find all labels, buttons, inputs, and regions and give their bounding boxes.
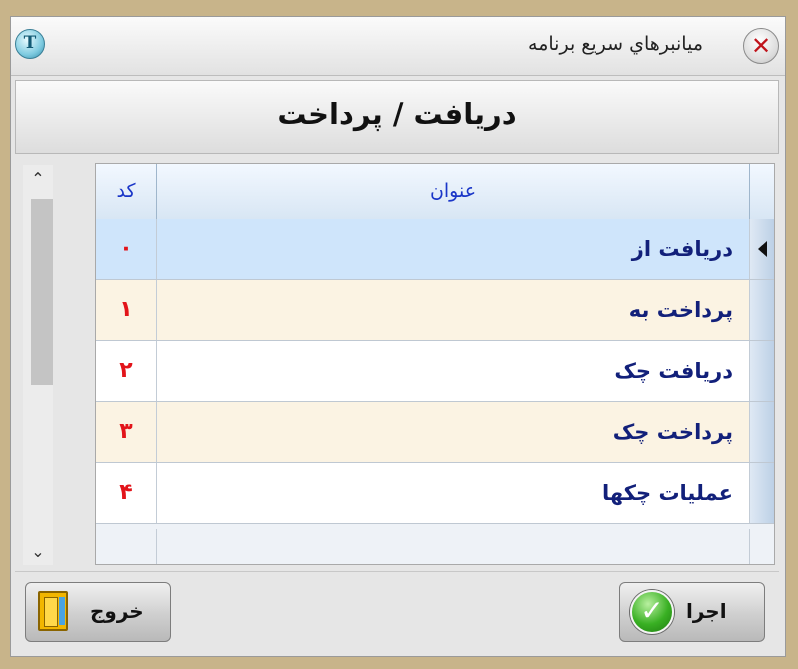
close-icon: ✕ [750, 32, 772, 60]
grid-header: کد عنوان [96, 164, 774, 220]
section-header: دریافت / پرداخت [15, 80, 779, 154]
table-row[interactable]: ۴ عملیات چکها [96, 463, 774, 524]
run-button[interactable]: اجرا [619, 582, 765, 642]
app-logo-icon [15, 29, 45, 59]
column-header-code[interactable]: کد [96, 164, 157, 219]
button-bar: خروج اجرا [15, 571, 779, 652]
row-title: پرداخت چک [157, 402, 750, 462]
row-code: ۴ [96, 463, 157, 523]
door-exit-icon [38, 591, 68, 631]
row-pointer-icon [758, 241, 767, 257]
close-button[interactable]: ✕ [743, 28, 779, 64]
row-title: دریافت چک [157, 341, 750, 401]
vertical-scrollbar[interactable]: ⌃ ⌄ [23, 165, 53, 565]
grid-empty-area [96, 529, 774, 564]
column-divider [749, 529, 750, 564]
table-row[interactable]: ۰ دریافت از [96, 219, 774, 280]
row-code: ۰ [96, 219, 157, 279]
table-row[interactable]: ۱ پرداخت به [96, 280, 774, 341]
scroll-thumb[interactable] [31, 199, 53, 385]
table-row[interactable]: ۳ پرداخت چک [96, 402, 774, 463]
row-title: پرداخت به [157, 280, 750, 340]
window-title: ميانبرهاي سريع برنامه [528, 33, 703, 55]
row-code: ۱ [96, 280, 157, 340]
table-row[interactable]: ۲ دریافت چک [96, 341, 774, 402]
section-title: دریافت / پرداخت [277, 97, 517, 131]
row-code: ۲ [96, 341, 157, 401]
run-button-label: اجرا [686, 599, 727, 623]
scroll-up-arrow-icon[interactable]: ⌃ [23, 169, 53, 188]
row-selector[interactable] [750, 341, 774, 401]
green-check-icon [630, 590, 674, 634]
row-selector[interactable] [750, 463, 774, 523]
row-title: عملیات چکها [157, 463, 750, 523]
exit-button-label: خروج [90, 599, 144, 623]
shortcuts-window: ميانبرهاي سريع برنامه ✕ دریافت / پرداخت … [10, 16, 786, 657]
shortcuts-grid: کد عنوان ۰ دریافت از ۱ پرداخت به ۲ دریاف… [95, 163, 775, 565]
row-title: دریافت از [157, 219, 750, 279]
scroll-down-arrow-icon[interactable]: ⌄ [23, 542, 53, 561]
row-selector[interactable] [750, 219, 774, 279]
row-code: ۳ [96, 402, 157, 462]
exit-button[interactable]: خروج [25, 582, 171, 642]
row-selector[interactable] [750, 280, 774, 340]
row-selector[interactable] [750, 402, 774, 462]
title-bar: ميانبرهاي سريع برنامه ✕ [11, 17, 785, 76]
column-header-title[interactable]: عنوان [157, 164, 750, 219]
column-divider [156, 529, 157, 564]
